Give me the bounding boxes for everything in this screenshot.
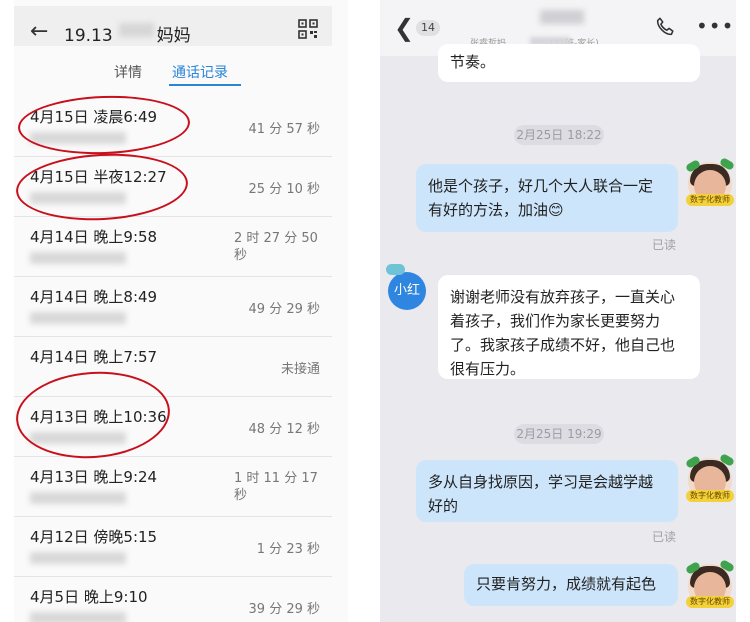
call-duration: 1 时 11 分 17 秒 [234, 471, 318, 503]
blurred-contact-name [540, 10, 584, 24]
read-receipt: 已读 [652, 238, 677, 252]
time-separator: 2月25日 18:22 [514, 125, 604, 145]
teacher-tag: 数字化教师 [686, 596, 734, 608]
time-separator: 2月25日 19:29 [514, 424, 604, 444]
call-duration: 2 时 27 分 50 秒 [234, 231, 318, 263]
call-datetime: 4月14日 晚上7:57 [30, 348, 158, 366]
call-record[interactable]: 4月14日 晚上8:49 49 分 29 秒 [14, 276, 332, 337]
avatar-decoration-badge [386, 264, 406, 275]
tab-details[interactable]: 详情 [114, 62, 142, 82]
call-record[interactable]: 4月5日 晚上9:10 39 分 29 秒 [14, 576, 332, 622]
back-chevron-icon[interactable]: ❮ [394, 14, 414, 42]
teacher-tag: 数字化教师 [686, 194, 734, 206]
blurred-name [119, 23, 154, 37]
message-bubble-outgoing: 只要肯努力，成绩就有起色 [464, 564, 678, 606]
back-arrow-icon[interactable]: ← [30, 19, 48, 44]
read-receipt: 已读 [652, 530, 677, 544]
contact-header: ← 19.13 妈妈 [14, 6, 332, 46]
blurred-number [30, 252, 126, 264]
message-bubble-outgoing: 他是个孩子，好几个大人联合一定有好的方法，加油😊 [416, 164, 678, 232]
sender-name: 小红 [393, 283, 420, 298]
call-duration: 49 分 29 秒 [248, 302, 320, 317]
message-bubble-incoming: 谢谢老师没有放弃孩子，一直关心着孩子，我们作为家长更要努力了。我家孩子成绩不好，… [438, 275, 700, 379]
contact-relation: 妈妈 [156, 26, 191, 46]
call-datetime: 4月12日 傍晚5:15 [30, 528, 158, 546]
call-record[interactable]: 4月14日 晚上9:58 2 时 27 分 50 秒 [14, 216, 332, 277]
message-bubble-outgoing: 多从自身找原因，学习是会越学越好的 [416, 460, 678, 522]
message-bubble-incoming: 节奏。 [438, 44, 700, 82]
call-duration: 41 分 57 秒 [248, 122, 320, 137]
call-datetime: 4月14日 晚上8:49 [30, 288, 158, 306]
parent-avatar[interactable]: 小红 [388, 272, 426, 310]
contact-number: 19.13 [64, 26, 113, 46]
qr-code-icon[interactable] [298, 19, 318, 39]
chat-panel: ❮ 14 张睿哲妈(31班-家长) ••• 节奏。 2月25日 18:22 他是… [380, 0, 736, 622]
call-duration: 25 分 10 秒 [248, 182, 320, 197]
blurred-number [30, 492, 126, 504]
message-text: 多从自身找原因，学习是会越学越好的 [428, 473, 654, 515]
blurred-number [30, 552, 126, 564]
call-datetime: 4月14日 晚上9:58 [30, 228, 158, 246]
call-datetime: 4月5日 晚上9:10 [30, 588, 148, 606]
unread-badge: 14 [416, 20, 440, 36]
active-tab-underline [169, 84, 241, 86]
phone-icon[interactable] [654, 16, 676, 38]
call-log-panel: ← 19.13 妈妈 详情 通话记录 4月15日 凌晨6:49 41 分 57 秒… [14, 0, 348, 622]
detail-tabs: 详情 通话记录 [14, 50, 348, 86]
message-text: 谢谢老师没有放弃孩子，一直关心着孩子，我们作为家长更要努力了。我家孩子成绩不好，… [450, 288, 676, 378]
call-duration: 1 分 23 秒 [256, 542, 320, 557]
blurred-number [30, 612, 126, 622]
call-duration: 未接通 [280, 362, 320, 377]
message-text: 他是个孩子，好几个大人联合一定有好的方法，加油😊 [428, 177, 654, 219]
message-text: 节奏。 [450, 53, 496, 71]
call-datetime: 4月13日 晚上9:24 [30, 468, 158, 486]
call-duration: 48 分 12 秒 [248, 422, 320, 437]
call-record[interactable]: 4月12日 傍晚5:15 1 分 23 秒 [14, 516, 332, 577]
teacher-tag: 数字化教师 [686, 490, 734, 502]
call-record[interactable]: 4月13日 晚上9:24 1 时 11 分 17 秒 [14, 456, 332, 517]
message-text: 只要肯努力，成绩就有起色 [476, 575, 657, 593]
call-duration: 39 分 29 秒 [248, 602, 320, 617]
tab-call-records[interactable]: 通话记录 [172, 62, 228, 82]
blurred-number [30, 312, 126, 324]
more-dots-icon[interactable]: ••• [696, 14, 734, 38]
